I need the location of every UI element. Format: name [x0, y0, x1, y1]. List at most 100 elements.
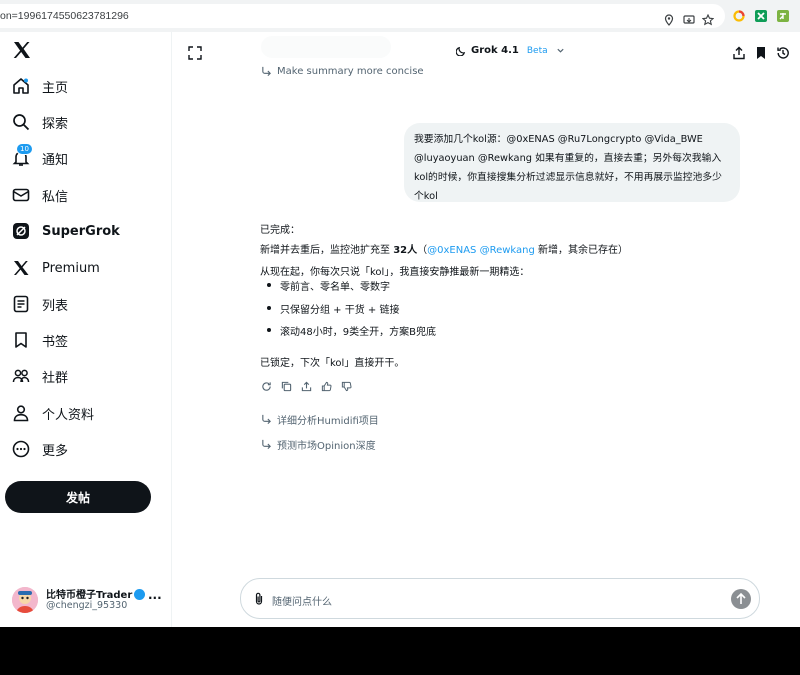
share-icon[interactable] — [732, 46, 746, 60]
sidebar-item-label: 私信 — [42, 189, 69, 205]
attach-icon[interactable] — [253, 592, 265, 606]
sidebar-item-home[interactable]: 主页 — [12, 72, 68, 100]
copy-icon[interactable] — [281, 381, 292, 392]
beta-badge: Beta — [526, 45, 548, 56]
response-done: 已完成： — [260, 225, 300, 236]
install-app-icon[interactable] — [683, 14, 695, 26]
envelope-icon — [12, 188, 30, 202]
sidebar-item-label: 个人资料 — [42, 407, 95, 423]
sidebar-item-premium[interactable]: Premium — [12, 254, 100, 282]
location-icon[interactable] — [663, 14, 675, 26]
extension-ring-icon[interactable] — [733, 10, 745, 22]
response-bullets: 零前言、零名单、零数字 只保留分组 + 干货 + 链接 滚动48小时，9类全开，… — [267, 278, 436, 346]
follow-up-arrow-icon — [262, 66, 271, 77]
response-line-1-pre: 新增并去重后，监控池扩充至 — [260, 245, 394, 256]
list-icon — [13, 295, 29, 313]
thumbs-down-icon[interactable] — [341, 381, 352, 392]
grok-chat: Grok 4.1 Beta Make summary more concise … — [173, 32, 800, 627]
mention-link[interactable]: @0xENAS — [427, 245, 476, 256]
bullet-item: 滚动48小时，9类全开，方案B兜底 — [267, 323, 436, 346]
people-icon — [12, 369, 30, 383]
bullet-item: 零前言、零名单、零数字 — [267, 278, 436, 301]
more-dots-icon[interactable]: ··· — [148, 591, 162, 605]
bullet-item: 只保留分组 + 干货 + 链接 — [267, 301, 436, 324]
chevron-down-icon — [557, 48, 564, 53]
sidebar-item-more[interactable]: 更多 — [12, 435, 68, 463]
user-message: 我要添加几个kol源：@0xENAS @Ru7Longcrypto @Vida_… — [404, 123, 740, 202]
bell-icon-wrap: 10 — [12, 143, 33, 167]
sidebar-item-label: 更多 — [42, 443, 69, 459]
model-selector[interactable]: Grok 4.1 Beta — [456, 45, 565, 56]
model-name: Grok 4.1 — [471, 45, 519, 56]
notification-badge: 10 — [16, 143, 33, 155]
avatar-image — [12, 587, 38, 613]
sidebar-item-label: 主页 — [42, 80, 69, 96]
mention-link[interactable]: @Rewkang — [480, 245, 535, 256]
follow-up-arrow-icon — [262, 414, 271, 425]
bookmark-icon — [15, 332, 27, 348]
chat-composer[interactable]: 随便问点什么 — [240, 578, 760, 619]
avatar — [12, 587, 38, 613]
search-icon — [13, 114, 30, 131]
person-icon — [13, 405, 29, 422]
history-icon[interactable] — [776, 46, 790, 60]
previous-message-faded — [261, 36, 391, 58]
more-circle-icon — [12, 440, 30, 458]
sidebar-item-label: 探索 — [42, 116, 69, 132]
response-line-1: 新增并去重后，监控池扩充至 32人（@0xENAS @Rewkang 新增，其余… — [260, 241, 628, 256]
sidebar-item-communities[interactable]: 社群 — [12, 362, 68, 390]
suggestion-label: 详细分析Humidifi项目 — [277, 416, 379, 427]
suggestion-humidifi[interactable]: 详细分析Humidifi项目 — [261, 412, 379, 427]
thumbs-up-icon[interactable] — [321, 381, 332, 392]
sidebar-item-bookmarks[interactable]: 书签 — [12, 326, 68, 354]
share-icon[interactable] — [301, 381, 312, 392]
response-line-1-post: 新增，其余已存在） — [534, 245, 629, 256]
sidebar-item-notifications[interactable]: 10 通知 — [12, 143, 69, 172]
grok-icon — [13, 223, 29, 239]
sidebar-item-profile[interactable]: 个人资料 — [12, 399, 94, 427]
profile-name-row: 比特币橙子Trader — [46, 586, 146, 601]
send-button[interactable] — [731, 589, 751, 609]
response-line-2: 从现在起，你每次只说「kol」，我直接安静推最新一期精选： — [260, 267, 530, 278]
extension-translate-icon[interactable] — [777, 10, 789, 22]
response-actions — [261, 381, 352, 392]
account-switcher[interactable]: 比特币橙子Trader @chengzi_95330 ··· — [12, 585, 162, 615]
sidebar-item-lists[interactable]: 列表 — [12, 290, 68, 318]
browser-toolbar: on=1996174550623781296 — [0, 0, 800, 32]
sidebar-item-label: 社群 — [42, 370, 69, 386]
star-icon[interactable] — [702, 14, 714, 26]
suggestion-opinion[interactable]: 预测市场Opinion深度 — [261, 437, 376, 452]
sidebar-item-explore[interactable]: 探索 — [12, 108, 68, 136]
suggestion-label: Make summary more concise — [277, 66, 424, 77]
extension-grid-icon[interactable] — [755, 10, 767, 22]
follow-up-arrow-icon — [262, 439, 271, 450]
regenerate-icon[interactable] — [261, 381, 272, 392]
address-bar[interactable]: on=1996174550623781296 — [0, 4, 725, 28]
sidebar-item-label: 通知 — [42, 152, 69, 168]
x-icon — [14, 261, 29, 275]
sidebar: 主页 探索 10 通知 私信 SuperGrok Premium 列表 书签 社… — [0, 32, 172, 627]
post-button[interactable]: 发帖 — [5, 481, 151, 513]
suggestion-label: 预测市场Opinion深度 — [277, 441, 376, 452]
pool-count: 32人 — [393, 245, 418, 256]
response-line-3: 已锁定，下次「kol」直接开干。 — [260, 358, 405, 369]
page: on=1996174550623781296 主页 探索 10 通知 私信 Su… — [0, 0, 800, 627]
x-logo-icon[interactable] — [12, 40, 32, 60]
arrow-up-icon — [736, 592, 746, 604]
sidebar-item-label: Premium — [42, 260, 100, 276]
sidebar-item-label: 书签 — [42, 334, 69, 350]
bookmark-icon[interactable] — [754, 46, 768, 60]
suggestion-concise[interactable]: Make summary more concise — [261, 66, 424, 77]
paren-open: （ — [417, 245, 428, 256]
address-url[interactable]: on=1996174550623781296 — [0, 10, 129, 22]
moon-icon — [456, 46, 466, 56]
home-icon — [13, 78, 29, 94]
sidebar-item-label: 列表 — [42, 298, 69, 314]
profile-handle: @chengzi_95330 — [46, 600, 128, 611]
composer-input[interactable]: 随便问点什么 — [272, 593, 332, 608]
sidebar-item-messages[interactable]: 私信 — [12, 181, 68, 209]
verified-badge-icon — [134, 589, 146, 600]
sidebar-item-label: SuperGrok — [42, 223, 120, 239]
sidebar-item-supergrok[interactable]: SuperGrok — [12, 217, 120, 245]
expand-icon[interactable] — [188, 46, 202, 60]
